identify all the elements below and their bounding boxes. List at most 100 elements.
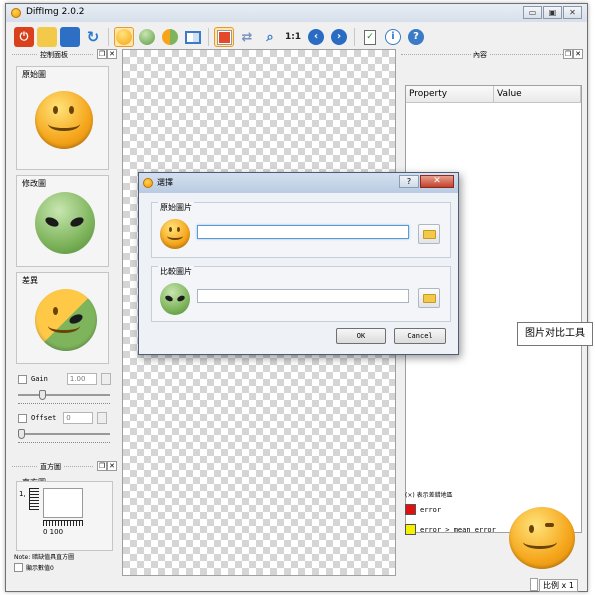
one-to-one-icon[interactable]: 1:1: [283, 27, 303, 47]
dialog-app-icon: [143, 178, 153, 188]
offset-slider-ticks: [18, 442, 110, 446]
histogram-y-axis: [29, 488, 39, 510]
previous-icon[interactable]: ‹: [306, 27, 326, 47]
properties-panel-title: 內容: [471, 50, 489, 60]
modified-image-group: 修改圖: [16, 175, 109, 267]
difference-image-preview[interactable]: [35, 289, 97, 351]
compare-image-thumb: [160, 283, 190, 315]
property-column-header[interactable]: Property: [406, 86, 494, 102]
original-image-group-label: 原始圖片: [158, 202, 194, 213]
control-panel: 控制面板 ❐ ✕ 原始圖 修改圖 差異 Gain 1.00 Offset 0: [12, 49, 117, 459]
dialog-title-bar: 選擇 ? ✕: [139, 173, 458, 193]
toolbar: ⏻ ↻ ⇄ ⌕ 1:1 ‹ › ✓ i ?: [14, 25, 426, 49]
gain-slider-ticks: [18, 403, 110, 407]
help-icon[interactable]: ?: [406, 27, 426, 47]
show-values-checkbox[interactable]: [14, 563, 23, 572]
gain-spinbox[interactable]: 1.00: [66, 373, 97, 385]
original-image-icon[interactable]: [114, 27, 134, 47]
compare-image-group-label: 比較圖片: [158, 266, 194, 277]
show-values-label: 顯示數值0: [26, 565, 54, 572]
compare-image-fieldset: 比較圖片: [151, 266, 451, 322]
show-mask-label: (×) 表示差錯地區: [405, 492, 453, 499]
browse-compare-button[interactable]: [418, 288, 440, 308]
next-icon[interactable]: ›: [329, 27, 349, 47]
control-panel-header: 控制面板 ❐ ✕: [12, 49, 117, 61]
difference-image-icon[interactable]: [160, 27, 180, 47]
minimize-button[interactable]: ▭: [523, 6, 542, 19]
gain-slider[interactable]: [18, 390, 110, 400]
offset-label: Offset: [31, 414, 57, 422]
original-image-fieldset: 原始圖片: [151, 202, 451, 258]
control-panel-title: 控制面板: [38, 50, 70, 60]
browse-original-button[interactable]: [418, 224, 440, 244]
dialog-help-button[interactable]: ?: [399, 175, 419, 188]
legend-label: error: [420, 505, 442, 514]
toolbar-separator: [208, 28, 209, 46]
gain-label: Gain: [31, 375, 48, 383]
modified-image-icon[interactable]: [137, 27, 157, 47]
offset-slider-thumb[interactable]: [18, 429, 25, 439]
original-image-preview[interactable]: [35, 91, 93, 149]
gain-row: Gain 1.00: [18, 373, 111, 385]
offset-spinbox[interactable]: 0: [63, 412, 94, 424]
value-column-header[interactable]: Value: [494, 86, 581, 102]
select-images-dialog: 選擇 ? ✕ 原始圖片 比較圖片 OK Cancel: [138, 172, 459, 355]
offset-spin-arrows[interactable]: [97, 412, 108, 424]
mean-error-swatch: [405, 524, 416, 535]
offset-checkbox[interactable]: [18, 413, 27, 423]
window-title: DiffImg 2.0.2: [26, 7, 85, 17]
status-bar: 比例 x 1: [0, 578, 590, 592]
histogram-x-axis: [43, 520, 83, 526]
float-histogram-button[interactable]: ❐: [97, 461, 107, 471]
histogram-x-tick: 0 100: [43, 528, 64, 536]
error-swatch: [405, 504, 416, 515]
refresh-icon[interactable]: ↻: [83, 27, 103, 47]
close-properties-button[interactable]: ✕: [573, 49, 583, 59]
folder-icon: [423, 230, 436, 239]
float-properties-button[interactable]: ❐: [563, 49, 573, 59]
histogram-panel-title: 直方圖: [38, 462, 63, 472]
dialog-close-button[interactable]: ✕: [420, 175, 454, 188]
modified-image-label: 修改圖: [22, 179, 46, 188]
original-image-path-input[interactable]: [197, 225, 409, 239]
close-button[interactable]: ✕: [563, 6, 582, 19]
gain-slider-thumb[interactable]: [39, 390, 46, 400]
zoom-fit-icon[interactable]: ⌕: [260, 27, 280, 47]
gain-checkbox[interactable]: [18, 374, 27, 384]
offset-slider[interactable]: [18, 429, 110, 439]
legend-item: error > mean error: [405, 524, 496, 535]
gain-spin-arrows[interactable]: [100, 373, 111, 385]
ok-button[interactable]: OK: [336, 328, 386, 344]
histogram-plot-area: [43, 488, 83, 518]
modified-image-preview[interactable]: [35, 192, 95, 254]
float-panel-button[interactable]: ❐: [97, 49, 107, 59]
histogram-panel-header: 直方圖 ❐ ✕: [12, 461, 117, 473]
title-bar: DiffImg 2.0.2 ▭ ▣ ✕: [6, 4, 587, 22]
close-histogram-button[interactable]: ✕: [107, 461, 117, 471]
original-image-thumb: [160, 219, 190, 249]
app-smiley-icon: [11, 8, 21, 18]
save-icon[interactable]: [60, 27, 80, 47]
checklist-icon[interactable]: ✓: [360, 27, 380, 47]
original-image-group: 原始圖: [16, 66, 109, 170]
split-view-icon[interactable]: [183, 27, 203, 47]
toolbar-separator: [354, 28, 355, 46]
tooltip: 图片对比工具: [517, 322, 593, 346]
legend-item: error: [405, 504, 441, 515]
cancel-button[interactable]: Cancel: [394, 328, 446, 344]
close-panel-button[interactable]: ✕: [107, 49, 117, 59]
histogram-chart: 1, 0 100: [16, 481, 113, 551]
folder-icon[interactable]: [37, 27, 57, 47]
compare-image-path-input[interactable]: [197, 289, 409, 303]
difference-image-group: 差異: [16, 272, 109, 364]
original-image-label: 原始圖: [22, 70, 46, 79]
properties-panel-header: 內容 ❐ ✕: [401, 49, 583, 61]
histogram-y-tick: 1,: [19, 490, 26, 498]
toolbar-separator: [108, 28, 109, 46]
power-icon[interactable]: ⏻: [14, 27, 34, 47]
info-icon[interactable]: i: [383, 27, 403, 47]
maximize-button[interactable]: ▣: [543, 6, 562, 19]
big-smiley-logo: [509, 507, 575, 569]
mask-icon[interactable]: [214, 27, 234, 47]
arrows-icon[interactable]: ⇄: [237, 27, 257, 47]
